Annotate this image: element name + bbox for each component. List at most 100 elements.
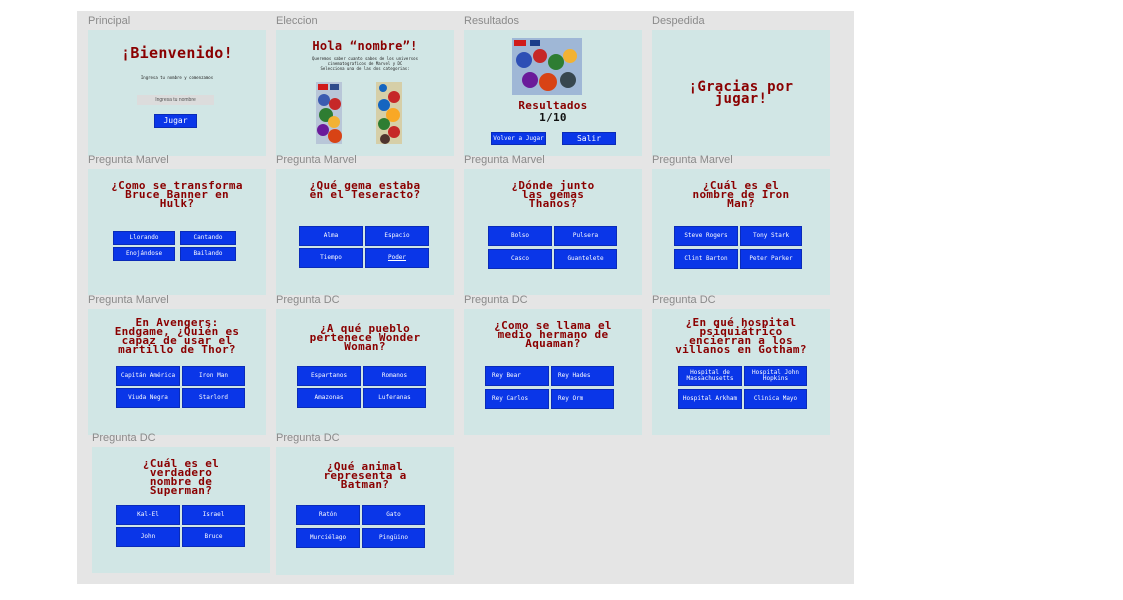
frame-question-2[interactable]: Pregunta Marvel ¿Qué gema estaba en el T…: [276, 154, 454, 295]
frame-label: Pregunta DC: [652, 294, 716, 306]
frame-resultados[interactable]: Resultados Resultados 1/10 Volver a Juga…: [464, 15, 642, 156]
frame-label: Eleccion: [276, 15, 318, 27]
answer-button[interactable]: Hospital Arkham: [678, 389, 742, 409]
frame-question-7[interactable]: Pregunta DC ¿Como se llama el medio herm…: [464, 294, 642, 435]
answer-button[interactable]: Ratón: [296, 505, 360, 525]
answer-button[interactable]: Kal-El: [116, 505, 180, 525]
answer-button[interactable]: Capitán América: [116, 366, 180, 386]
answer-button[interactable]: Amazonas: [297, 388, 361, 408]
answer-button[interactable]: Espartanos: [297, 366, 361, 386]
frame-label: Principal: [88, 15, 131, 27]
frame-despedida[interactable]: Despedida ¡Gracias por jugar!: [652, 15, 830, 156]
frame-label: Resultados: [464, 15, 520, 27]
instruction-text: Ingresa tu nombre y comenzamos: [140, 75, 214, 80]
answer-button[interactable]: Rey Hades: [551, 366, 614, 386]
frame-card: ¿Como se transforma Bruce Banner en Hulk…: [88, 169, 266, 295]
answer-button[interactable]: Tony Stark: [740, 226, 802, 246]
answer-button[interactable]: Romanos: [363, 366, 426, 386]
frame-principal[interactable]: Principal ¡Bienvenido! Ingresa tu nombre…: [88, 15, 266, 156]
frame-question-3[interactable]: Pregunta Marvel ¿Dónde junto las gemas T…: [464, 154, 642, 295]
answer-button[interactable]: John: [116, 527, 180, 547]
answer-button[interactable]: Casco: [488, 249, 552, 269]
question-text: ¿A qué pueblo pertenece Wonder Woman?: [309, 322, 421, 353]
exit-button[interactable]: Salir: [562, 132, 616, 145]
frame-label: Pregunta DC: [92, 432, 156, 444]
question-text: En Avengers: Endgame, ¿Quién es capaz de…: [114, 316, 240, 356]
greeting-title: Hola “nombre”!: [312, 39, 418, 53]
answer-button[interactable]: Steve Rogers: [674, 226, 738, 246]
answer-button[interactable]: Alma: [299, 226, 363, 246]
frame-card: ¿En qué hospital psiquiátrico encierran …: [652, 309, 830, 435]
frame-card: ¿Como se llama el medio hermano de Aquam…: [464, 309, 642, 435]
frame-label: Pregunta Marvel: [464, 154, 545, 166]
question-text: ¿Qué animal representa a Batman?: [323, 460, 407, 491]
frame-card: ¡Gracias por jugar!: [652, 30, 830, 156]
answer-button[interactable]: Enojándose: [113, 247, 175, 261]
question-text: ¿Cuál es el nombre de Iron Man?: [692, 179, 790, 210]
answer-button[interactable]: Gato: [362, 505, 425, 525]
answer-button[interactable]: Hospital de Massachusetts: [678, 366, 742, 386]
frame-question-1[interactable]: Pregunta Marvel ¿Como se transforma Bruc…: [88, 154, 266, 295]
results-title: Resultados: [518, 99, 588, 112]
question-text: ¿Cuál es el verdadero nombre de Superman…: [142, 457, 220, 497]
welcome-title: ¡Bienvenido!: [121, 44, 233, 62]
frame-card: ¿Qué animal representa a Batman? Ratón G…: [276, 447, 454, 575]
frame-question-10[interactable]: Pregunta DC ¿Qué animal representa a Bat…: [276, 432, 454, 575]
answer-button[interactable]: Rey Carlos: [485, 389, 549, 409]
frame-label: Pregunta DC: [276, 432, 340, 444]
question-text: ¿Dónde junto las gemas Thanos?: [511, 179, 595, 210]
answer-button-hovered[interactable]: Poder: [365, 248, 429, 268]
answer-button[interactable]: Clint Barton: [674, 249, 738, 269]
answer-button[interactable]: Cantando: [180, 231, 236, 245]
frame-card: ¡Bienvenido! Ingresa tu nombre y comenza…: [88, 30, 266, 156]
frame-question-9[interactable]: Pregunta DC ¿Cuál es el verdadero nombre…: [92, 432, 270, 573]
choose-description: Queremos saber cuanto sabes de los unive…: [276, 56, 454, 71]
answer-button[interactable]: Pulsera: [554, 226, 617, 246]
answer-button[interactable]: Espacio: [365, 226, 429, 246]
answer-button[interactable]: Guantelete: [554, 249, 617, 269]
answer-button[interactable]: Viuda Negra: [116, 388, 180, 408]
answer-button[interactable]: Clinica Mayo: [744, 389, 807, 409]
frame-card: En Avengers: Endgame, ¿Quién es capaz de…: [88, 309, 266, 435]
frame-card: ¿Qué gema estaba en el Teseracto? Alma E…: [276, 169, 454, 295]
frame-label: Pregunta Marvel: [276, 154, 357, 166]
answer-button[interactable]: Bailando: [180, 247, 236, 261]
frame-question-4[interactable]: Pregunta Marvel ¿Cuál es el nombre de Ir…: [652, 154, 830, 295]
frame-label: Pregunta DC: [276, 294, 340, 306]
answer-button[interactable]: Hospital John Hopkins: [744, 366, 807, 386]
answer-button[interactable]: Starlord: [182, 388, 245, 408]
frame-question-8[interactable]: Pregunta DC ¿En qué hospital psiquiátric…: [652, 294, 830, 435]
answer-button[interactable]: Iron Man: [182, 366, 245, 386]
question-text: ¿En qué hospital psiquiátrico encierran …: [675, 316, 807, 356]
answer-button[interactable]: Peter Parker: [740, 249, 802, 269]
frame-card: ¿Cuál es el verdadero nombre de Superman…: [92, 447, 270, 573]
question-text: ¿Como se transforma Bruce Banner en Hulk…: [111, 179, 243, 210]
frame-card: ¿Dónde junto las gemas Thanos? Bolso Pul…: [464, 169, 642, 295]
frame-card: ¿A qué pueblo pertenece Wonder Woman? Es…: [276, 309, 454, 435]
play-again-button[interactable]: Volver a Jugar: [491, 132, 546, 145]
frame-question-5[interactable]: Pregunta Marvel En Avengers: Endgame, ¿Q…: [88, 294, 266, 435]
answer-button[interactable]: Llorando: [113, 231, 175, 245]
frame-label: Pregunta Marvel: [652, 154, 733, 166]
question-text: ¿Qué gema estaba en el Teseracto?: [309, 179, 421, 201]
answer-button[interactable]: Bolso: [488, 226, 552, 246]
frame-question-6[interactable]: Pregunta DC ¿A qué pueblo pertenece Wond…: [276, 294, 454, 435]
answer-button[interactable]: Rey Orm: [551, 389, 614, 409]
answer-button[interactable]: Pingüino: [362, 528, 425, 548]
score-text: 1/10: [539, 111, 567, 124]
play-button[interactable]: Jugar: [154, 114, 197, 128]
frame-eleccion[interactable]: Eleccion Hola “nombre”! Queremos saber c…: [276, 15, 454, 156]
answer-button[interactable]: Rey Bear: [485, 366, 549, 386]
marvel-comic-cover[interactable]: [316, 82, 342, 144]
frame-label: Pregunta Marvel: [88, 154, 169, 166]
dc-comic-cover[interactable]: [376, 82, 402, 144]
name-input[interactable]: Ingresa tu nombre: [137, 95, 214, 105]
frame-card: Resultados 1/10 Volver a Jugar Salir: [464, 30, 642, 156]
frame-card: Hola “nombre”! Queremos saber cuanto sab…: [276, 30, 454, 156]
answer-button[interactable]: Tiempo: [299, 248, 363, 268]
answer-button[interactable]: Luferanas: [363, 388, 426, 408]
answer-button[interactable]: Israel: [182, 505, 245, 525]
question-text: ¿Como se llama el medio hermano de Aquam…: [494, 319, 612, 350]
answer-button[interactable]: Murciélago: [296, 528, 360, 548]
answer-button[interactable]: Bruce: [182, 527, 245, 547]
